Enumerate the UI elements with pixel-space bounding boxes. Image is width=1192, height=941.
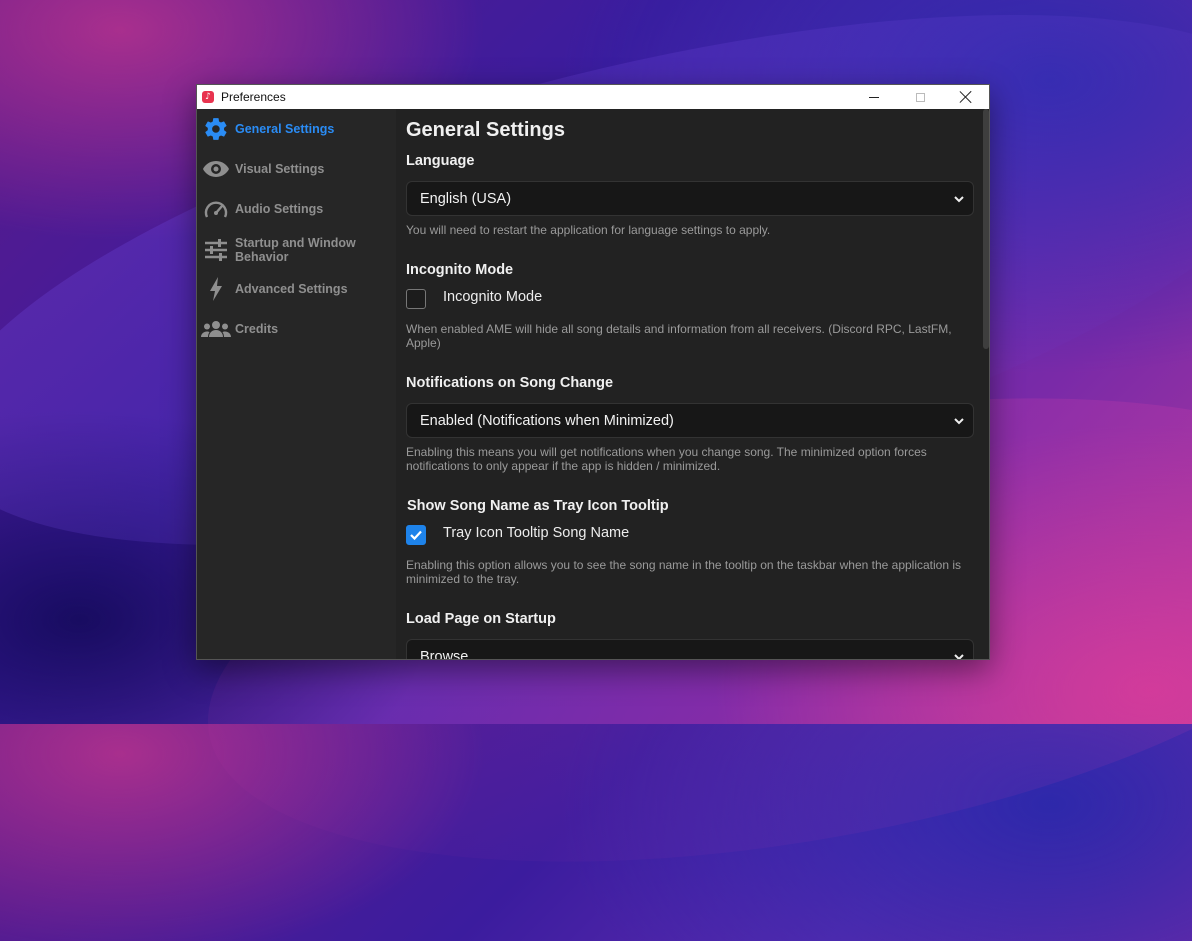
tray-tooltip-checkbox[interactable] (406, 525, 426, 545)
sidebar-item-label: Credits (235, 322, 279, 336)
page-title: General Settings (406, 119, 565, 141)
sidebar-item-visual-settings[interactable]: Visual Settings (197, 157, 396, 181)
close-button[interactable] (943, 85, 989, 109)
bolt-icon (197, 277, 235, 301)
maximize-button[interactable] (897, 85, 943, 109)
sidebar-item-credits[interactable]: Credits (197, 317, 396, 341)
sidebar-item-label: Advanced Settings (235, 282, 348, 296)
incognito-checkbox[interactable] (406, 289, 426, 309)
settings-panel[interactable]: General Settings Language English (USA) … (396, 109, 989, 659)
chevron-down-icon (953, 193, 965, 209)
incognito-heading: Incognito Mode (406, 262, 514, 278)
tray-tooltip-checkbox-label: Tray Icon Tooltip Song Name (443, 525, 630, 541)
preferences-window: ♪ Preferences General Settings Visual Se… (196, 84, 990, 660)
maximize-icon (915, 92, 925, 102)
incognito-checkbox-label: Incognito Mode (443, 289, 543, 305)
gear-icon (197, 116, 235, 142)
title-bar[interactable]: ♪ Preferences (197, 85, 989, 109)
startup-page-select-value: Browse (420, 648, 469, 660)
minimize-button[interactable] (851, 85, 897, 109)
chevron-down-icon (953, 415, 965, 431)
minimize-icon (869, 96, 879, 98)
notifications-select[interactable]: Enabled (Notifications when Minimized) (406, 403, 974, 438)
tray-tooltip-description: Enabling this option allows you to see t… (406, 558, 962, 586)
sliders-icon (197, 239, 235, 261)
eye-icon (197, 159, 235, 179)
language-select-value: English (USA) (420, 190, 512, 207)
incognito-description: When enabled AME will hide all song deta… (406, 322, 952, 350)
language-select[interactable]: English (USA) (406, 181, 974, 216)
checkmark-icon (410, 530, 422, 541)
sidebar-item-label: Startup and Window Behavior (235, 236, 356, 264)
sidebar-item-label: General Settings (235, 122, 335, 136)
app-music-icon: ♪ (202, 91, 214, 103)
scrollbar-thumb[interactable] (983, 109, 989, 349)
close-icon (959, 90, 973, 104)
sidebar-item-label: Visual Settings (235, 162, 325, 176)
sidebar-item-audio-settings[interactable]: Audio Settings (197, 197, 396, 221)
sidebar-item-general-settings[interactable]: General Settings (197, 117, 396, 141)
chevron-down-icon (953, 651, 965, 659)
sidebar: General Settings Visual Settings Audio S… (197, 109, 396, 659)
sidebar-item-label: Audio Settings (235, 202, 324, 216)
sidebar-item-advanced-settings[interactable]: Advanced Settings (197, 277, 396, 301)
tray-tooltip-checkbox-row[interactable]: Tray Icon Tooltip Song Name (406, 525, 629, 545)
tray-tooltip-heading: Show Song Name as Tray Icon Tooltip (407, 498, 669, 514)
window-title: Preferences (221, 90, 286, 104)
users-icon (197, 319, 235, 339)
notifications-heading: Notifications on Song Change (406, 375, 614, 391)
gauge-icon (197, 198, 235, 220)
language-description: You will need to restart the application… (406, 223, 771, 237)
incognito-checkbox-row[interactable]: Incognito Mode (406, 289, 542, 309)
notifications-select-value: Enabled (Notifications when Minimized) (420, 412, 674, 429)
language-heading: Language (406, 153, 475, 169)
startup-page-select[interactable]: Browse (406, 639, 974, 659)
startup-page-heading: Load Page on Startup (406, 611, 556, 627)
sidebar-item-startup-window-behavior[interactable]: Startup and Window Behavior (197, 235, 396, 265)
notifications-description: Enabling this means you will get notific… (406, 445, 927, 473)
